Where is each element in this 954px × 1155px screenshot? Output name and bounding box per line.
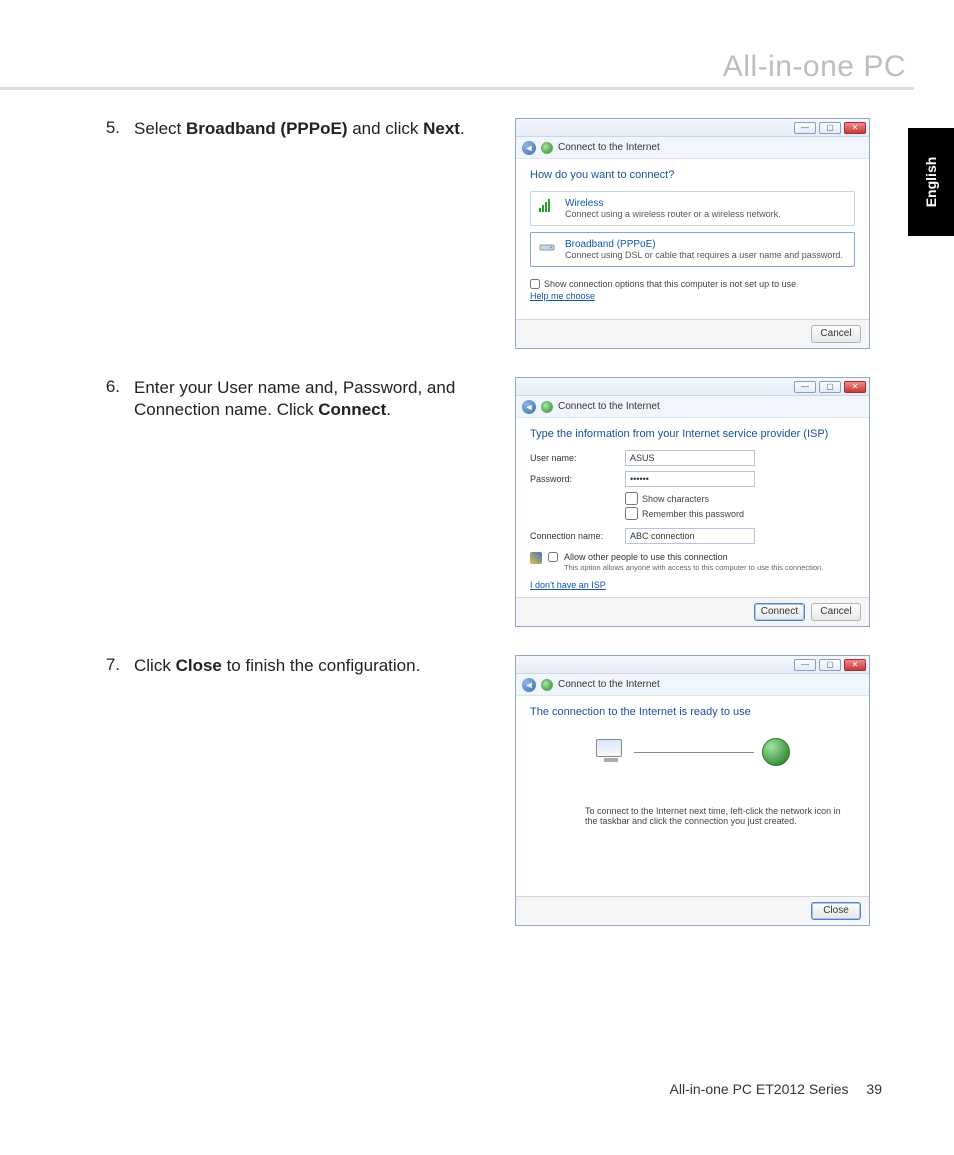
page-header: All-in-one PC [0, 52, 914, 90]
window-subheader: ◄ Connect to the Internet [516, 674, 869, 696]
step-number: 5. [90, 118, 134, 138]
window-titlebar: — ▢ ✕ [516, 119, 869, 137]
username-label: User name: [530, 453, 625, 463]
back-icon[interactable]: ◄ [522, 400, 536, 414]
window-titlebar: — ▢ ✕ [516, 656, 869, 674]
close-icon[interactable]: ✕ [844, 122, 866, 134]
option-wireless[interactable]: Wireless Connect using a wireless router… [530, 191, 855, 226]
step-text: Enter your User name and, Password, and … [134, 377, 469, 421]
internet-globe-icon [762, 738, 790, 766]
close-icon[interactable]: ✕ [844, 659, 866, 671]
content: 5. Select Broadband (PPPoE) and click Ne… [90, 118, 870, 954]
dialog-prompt: The connection to the Internet is ready … [530, 706, 855, 718]
cancel-button[interactable]: Cancel [811, 325, 861, 343]
dialog-title: Connect to the Internet [558, 142, 660, 153]
maximize-icon[interactable]: ▢ [819, 381, 841, 393]
option-desc: Connect using a wireless router or a wir… [565, 209, 781, 219]
step-6: 6. Enter your User name and, Password, a… [90, 377, 870, 627]
checkbox-icon[interactable] [625, 507, 638, 520]
header-title: All-in-one PC [723, 50, 906, 83]
globe-icon [541, 142, 553, 154]
page-footer: All-in-one PC ET2012 Series 39 [670, 1081, 882, 1097]
option-desc: Connect using DSL or cable that requires… [565, 250, 843, 260]
username-row: User name: ASUS [530, 450, 855, 466]
connection-name-row: Connection name: ABC connection [530, 528, 855, 544]
page-number: 39 [866, 1081, 882, 1097]
screenshot-step5: — ▢ ✕ ◄ Connect to the Internet How do y… [515, 118, 870, 349]
step-5: 5. Select Broadband (PPPoE) and click Ne… [90, 118, 870, 349]
help-link[interactable]: Help me choose [530, 291, 595, 301]
connection-name-input[interactable]: ABC connection [625, 528, 755, 544]
show-options-checkbox[interactable]: Show connection options that this comput… [530, 279, 855, 289]
globe-icon [541, 401, 553, 413]
shield-icon [530, 552, 542, 564]
dialog-footer: Cancel [516, 319, 869, 348]
step-number: 7. [90, 655, 134, 675]
minimize-icon[interactable]: — [794, 659, 816, 671]
connection-line-icon [634, 752, 754, 753]
step-text: Click Close to finish the configuration. [134, 655, 469, 677]
password-label: Password: [530, 474, 625, 484]
maximize-icon[interactable]: ▢ [819, 659, 841, 671]
password-input[interactable]: •••••• [625, 471, 755, 487]
close-icon[interactable]: ✕ [844, 381, 866, 393]
cancel-button[interactable]: Cancel [811, 603, 861, 621]
globe-icon [541, 679, 553, 691]
step-number: 6. [90, 377, 134, 397]
checkbox-icon[interactable] [625, 492, 638, 505]
back-icon[interactable]: ◄ [522, 678, 536, 692]
step-7: 7. Click Close to finish the configurati… [90, 655, 870, 926]
modem-icon [539, 239, 557, 253]
checkbox-icon[interactable] [548, 552, 558, 562]
option-title: Wireless [565, 198, 781, 209]
back-icon[interactable]: ◄ [522, 141, 536, 155]
screenshot-step6: — ▢ ✕ ◄ Connect to the Internet Type the… [515, 377, 870, 627]
allow-others-row[interactable]: Allow other people to use this connectio… [530, 552, 855, 572]
window-subheader: ◄ Connect to the Internet [516, 396, 869, 418]
username-input[interactable]: ASUS [625, 450, 755, 466]
show-characters-check[interactable]: Show characters [625, 492, 855, 505]
window-subheader: ◄ Connect to the Internet [516, 137, 869, 159]
step-text: Select Broadband (PPPoE) and click Next. [134, 118, 469, 140]
dialog-prompt: Type the information from your Internet … [530, 428, 855, 440]
maximize-icon[interactable]: ▢ [819, 122, 841, 134]
connect-button[interactable]: Connect [754, 603, 805, 621]
dialog-prompt: How do you want to connect? [530, 169, 855, 181]
wireless-icon [539, 198, 557, 212]
minimize-icon[interactable]: — [794, 381, 816, 393]
language-tab: English [908, 128, 954, 236]
dialog-title: Connect to the Internet [558, 679, 660, 690]
option-title: Broadband (PPPoE) [565, 239, 843, 250]
close-button[interactable]: Close [811, 902, 861, 920]
dialog-footer: Connect Cancel [516, 597, 869, 626]
dialog-footer: Close [516, 896, 869, 925]
dialog-body: The connection to the Internet is ready … [516, 696, 869, 896]
screenshot-step7: — ▢ ✕ ◄ Connect to the Internet The conn… [515, 655, 870, 926]
dialog-body: How do you want to connect? Wireless Con… [516, 159, 869, 319]
footer-series: All-in-one PC ET2012 Series [670, 1081, 849, 1097]
option-broadband[interactable]: Broadband (PPPoE) Connect using DSL or c… [530, 232, 855, 267]
checkbox-icon[interactable] [530, 279, 540, 289]
language-label: English [923, 157, 939, 208]
no-isp-link[interactable]: I don't have an ISP [530, 580, 606, 590]
remember-password-check[interactable]: Remember this password [625, 507, 855, 520]
window-titlebar: — ▢ ✕ [516, 378, 869, 396]
minimize-icon[interactable]: — [794, 122, 816, 134]
ready-note: To connect to the Internet next time, le… [530, 806, 855, 826]
dialog-title: Connect to the Internet [558, 401, 660, 412]
computer-icon [596, 739, 626, 765]
connection-name-label: Connection name: [530, 531, 625, 541]
password-row: Password: •••••• [530, 471, 855, 487]
connection-illustration [530, 738, 855, 766]
dialog-body: Type the information from your Internet … [516, 418, 869, 597]
